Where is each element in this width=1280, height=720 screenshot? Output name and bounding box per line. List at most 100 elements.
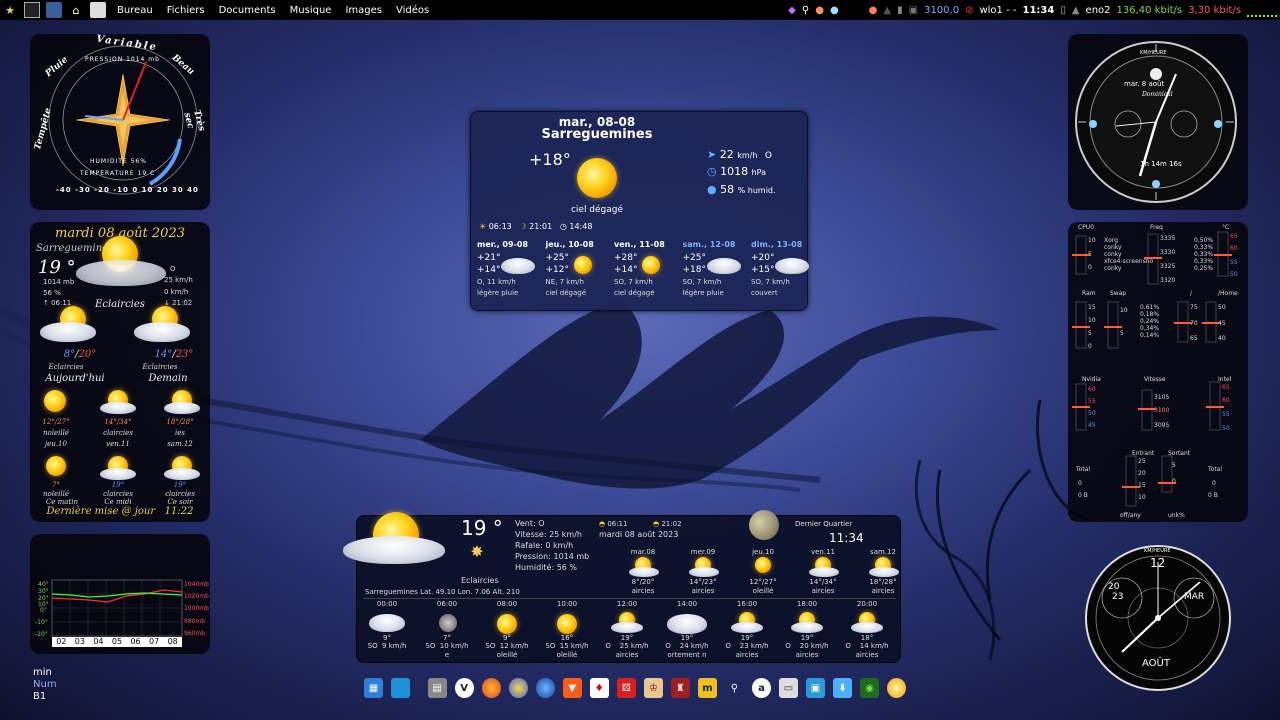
dock-firefox-icon[interactable] <box>481 678 501 698</box>
keyboard-status: min Num B1 <box>33 667 57 703</box>
dock: ▦ ▤ V ▼ ♦ ⚄ ♔ ♜ m ⚲ a ▭ ▣ ⬇ ◉ <box>360 676 910 700</box>
dock-mahjongg-icon[interactable]: ♔ <box>643 678 663 698</box>
dock-chess-icon[interactable]: ♜ <box>670 678 690 698</box>
bw-sunrise-icon: ◓ <box>599 520 606 528</box>
cw-pressure: ◷ 1018 hPa <box>707 165 767 178</box>
chrono-scale-label: KM/HEURE <box>1140 50 1167 56</box>
dock-workspace-switcher-icon[interactable]: ▦ <box>364 678 384 698</box>
bw-hour-partly-cloudy-icon <box>787 612 827 634</box>
dock-brave-icon[interactable]: ▼ <box>562 678 582 698</box>
dock-firefox-dev-icon[interactable] <box>508 678 528 698</box>
dock-a-app-icon[interactable]: a <box>751 678 771 698</box>
dock-desktop-icon[interactable] <box>391 678 411 698</box>
dock-download-icon[interactable]: ⬇ <box>833 678 853 698</box>
dock-weather-icon[interactable] <box>887 678 907 698</box>
bw-hour-time: 18:00 <box>796 600 818 608</box>
dock-file-manager-icon[interactable]: ▤ <box>427 678 447 698</box>
dock-remote-desktop-icon[interactable]: ▣ <box>806 678 826 698</box>
cw-forecast-high: +20° <box>751 253 775 263</box>
dock-nvidia-icon[interactable]: ◉ <box>860 678 880 698</box>
bw-day-name: sam.12 <box>870 548 896 556</box>
cw-forecast-day: ven., 11-08 +28° +14° SO, 7 km/h ciel dégagé <box>614 240 680 304</box>
bw-day-temps: 14°/34° <box>809 578 837 586</box>
bw-hour-cond: aircies <box>615 651 639 659</box>
dock-thunderbird-icon[interactable] <box>535 678 555 698</box>
kb-layout-label: B1 <box>33 691 47 702</box>
dock-wifi-radar-icon[interactable]: ⚲ <box>725 678 744 698</box>
lw-pressure: 1014 mb <box>43 278 75 286</box>
bw-day-name: ven.11 <box>810 548 836 556</box>
bw-sunrise: ◓ 06:11 <box>599 520 628 528</box>
wind-arrow-icon: ➤ <box>707 148 717 161</box>
bw-hour-temp: 19° <box>680 634 694 642</box>
lw-noon-temp: 19° <box>111 481 125 489</box>
cw-forecast-cond: ciel dégagé <box>545 289 587 297</box>
bw-day: jeu.10 12°/27° oleillé <box>735 548 791 596</box>
bw-divider <box>363 598 896 599</box>
lw-today-temps: 8°/20° <box>63 349 97 360</box>
lw-noon-cond: claircies <box>103 490 133 498</box>
bw-day: mer.09 14°/23° aircies <box>675 548 731 596</box>
bw-hour-pc-cloud-icon <box>731 622 763 633</box>
lw-evening-sub: Ce soir <box>167 498 193 506</box>
compass-pressure-label: PRESSION 1014 mb <box>85 56 160 63</box>
pressure-gauge-icon: ◷ <box>707 165 717 178</box>
bw-hour-partly-cloudy-icon <box>847 612 887 634</box>
graph-day-08: 08 <box>167 637 178 646</box>
lw-humidity: 56 % <box>43 289 61 297</box>
cw-forecast-wind: SO, 7 km/h <box>614 278 653 286</box>
bw-hour-wind: O 20 km/h <box>785 642 829 650</box>
bw-hour-overcast-icon <box>667 614 707 634</box>
cw-forecast-rain-icon <box>501 258 535 274</box>
bw-day-name: mer.09 <box>690 548 716 556</box>
bw-location: Sarreguemines Lat. 49.10 Lon. 7.06 Alt. … <box>365 588 520 596</box>
clock-icon: ◷ <box>559 222 567 231</box>
bw-condition: Eclaircies <box>461 576 499 585</box>
graph-day-02: 02 <box>56 637 67 646</box>
bw-day-temps: 18°/28° <box>869 578 897 586</box>
cw-forecast-wind: SO, 7 km/h <box>751 278 790 286</box>
left-weather-widget: mardi 08 août 2023 Sarreguemines 19 ° 10… <box>30 222 210 522</box>
bw-hour-wind: O 23 km/h <box>725 642 769 650</box>
bw-hour: 06:00 7° SO 10 km/h e <box>417 600 477 662</box>
cw-forecast-wind: NE, 7 km/h <box>545 278 584 286</box>
bw-hour-sun-icon <box>557 614 577 634</box>
cw-forecast-low: +18° <box>682 265 707 275</box>
bw-main-cloud-icon <box>343 536 445 564</box>
moon-icon: ☽ <box>519 222 527 231</box>
cw-forecast-day-name: dim., 13-08 <box>751 240 803 249</box>
lw-morning-cond: noleillé <box>43 490 69 498</box>
graph-day-03: 03 <box>74 637 85 646</box>
bw-hour: 20:00 18° O 14 km/h aircies <box>837 600 897 662</box>
bottom-clock-month: MAR <box>1184 592 1205 602</box>
bw-hour: 14:00 19° O 24 km/h ortement n <box>657 600 717 662</box>
bw-speed: Vitesse: 25 km/h <box>515 530 582 539</box>
cw-forecast-low: +15° <box>751 265 775 275</box>
dock-terminal-icon[interactable]: ▭ <box>778 678 799 698</box>
bottom-clock-dial-20: 20 <box>1108 582 1120 592</box>
bw-hour-time: 14:00 <box>676 600 698 608</box>
lw-day1-cond: noleillé <box>43 429 69 437</box>
bw-hour-cond: aircies <box>855 651 879 659</box>
lw-today-cloud-icon <box>40 322 96 342</box>
cw-sun-times: ☀ 06:13 ☽ 21:01 ◷ 14:48 <box>479 222 593 231</box>
lw-temp: 19 ° <box>38 257 76 278</box>
lw-main-cloud-icon <box>76 260 166 286</box>
lw-wind-dir: O <box>170 265 176 273</box>
bw-compass-icon: ✸ <box>470 542 484 561</box>
cw-forecast-wind: O, 11 km/h <box>477 278 516 286</box>
lw-evening-temp: 19° <box>173 481 187 489</box>
bw-hour-time: 08:00 <box>496 600 518 608</box>
bw-hour-wind: SO 15 km/h <box>545 642 589 650</box>
cw-wind: ➤ 22 km/h O <box>707 148 773 161</box>
cw-forecast-high: +25° <box>545 253 570 263</box>
bw-day-cond: oleillé <box>752 587 774 595</box>
dock-m-app-icon[interactable]: m <box>697 678 717 698</box>
cw-sun-icon <box>577 158 617 198</box>
dock-dice-game-icon[interactable]: ⚄ <box>616 678 636 698</box>
bw-day: sam.12 18°/28° aircies <box>855 548 911 596</box>
sunrise-icon: ☀ <box>479 222 487 231</box>
dock-cards-game-icon[interactable]: ♦ <box>589 678 609 698</box>
dock-vivaldi-icon[interactable]: V <box>454 678 474 698</box>
sm-gauges <box>1072 231 1232 507</box>
